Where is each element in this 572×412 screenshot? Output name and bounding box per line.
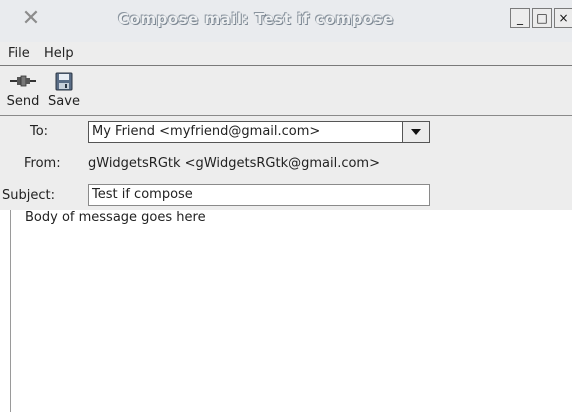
to-value: My Friend <myfriend@gmail.com>: [92, 124, 321, 139]
save-label: Save: [48, 94, 80, 109]
body-text: Body of message goes here: [25, 210, 206, 225]
minimize-button[interactable]: _: [510, 8, 530, 28]
header-form: To: My Friend <myfriend@gmail.com> From:…: [0, 116, 572, 210]
window-controls: _ □ ×: [508, 8, 572, 30]
subject-field[interactable]: Test if compose: [88, 184, 430, 206]
menu-file[interactable]: File: [8, 46, 30, 61]
window-title: Compose mail: Test if compose: [118, 10, 394, 28]
toolbar: Send Save: [0, 66, 572, 116]
subject-label: Subject:: [2, 188, 55, 203]
send-button[interactable]: Send: [4, 72, 42, 114]
menu-help[interactable]: Help: [44, 46, 74, 61]
chevron-down-icon: [411, 129, 421, 135]
message-body[interactable]: Body of message goes here: [10, 210, 572, 412]
plug-icon: [4, 72, 42, 92]
menu-bar: File Help: [0, 42, 572, 66]
from-value: gWidgetsRGtk <gWidgetsRGtk@gmail.com>: [88, 156, 380, 171]
maximize-button[interactable]: □: [532, 8, 552, 28]
from-label: From:: [24, 156, 61, 171]
send-label: Send: [6, 94, 40, 109]
to-label: To:: [30, 124, 49, 139]
close-button[interactable]: ×: [554, 8, 572, 28]
title-bar[interactable]: ✕ Compose mail: Test if compose _ □ ×: [0, 0, 572, 42]
floppy-disk-icon: [44, 72, 84, 92]
x-logo-icon[interactable]: ✕: [18, 6, 44, 32]
save-button[interactable]: Save: [44, 72, 84, 114]
to-combobox[interactable]: My Friend <myfriend@gmail.com>: [88, 121, 430, 143]
to-dropdown-button[interactable]: [402, 122, 429, 142]
compose-window: ✕ Compose mail: Test if compose _ □ × Fi…: [0, 0, 572, 412]
